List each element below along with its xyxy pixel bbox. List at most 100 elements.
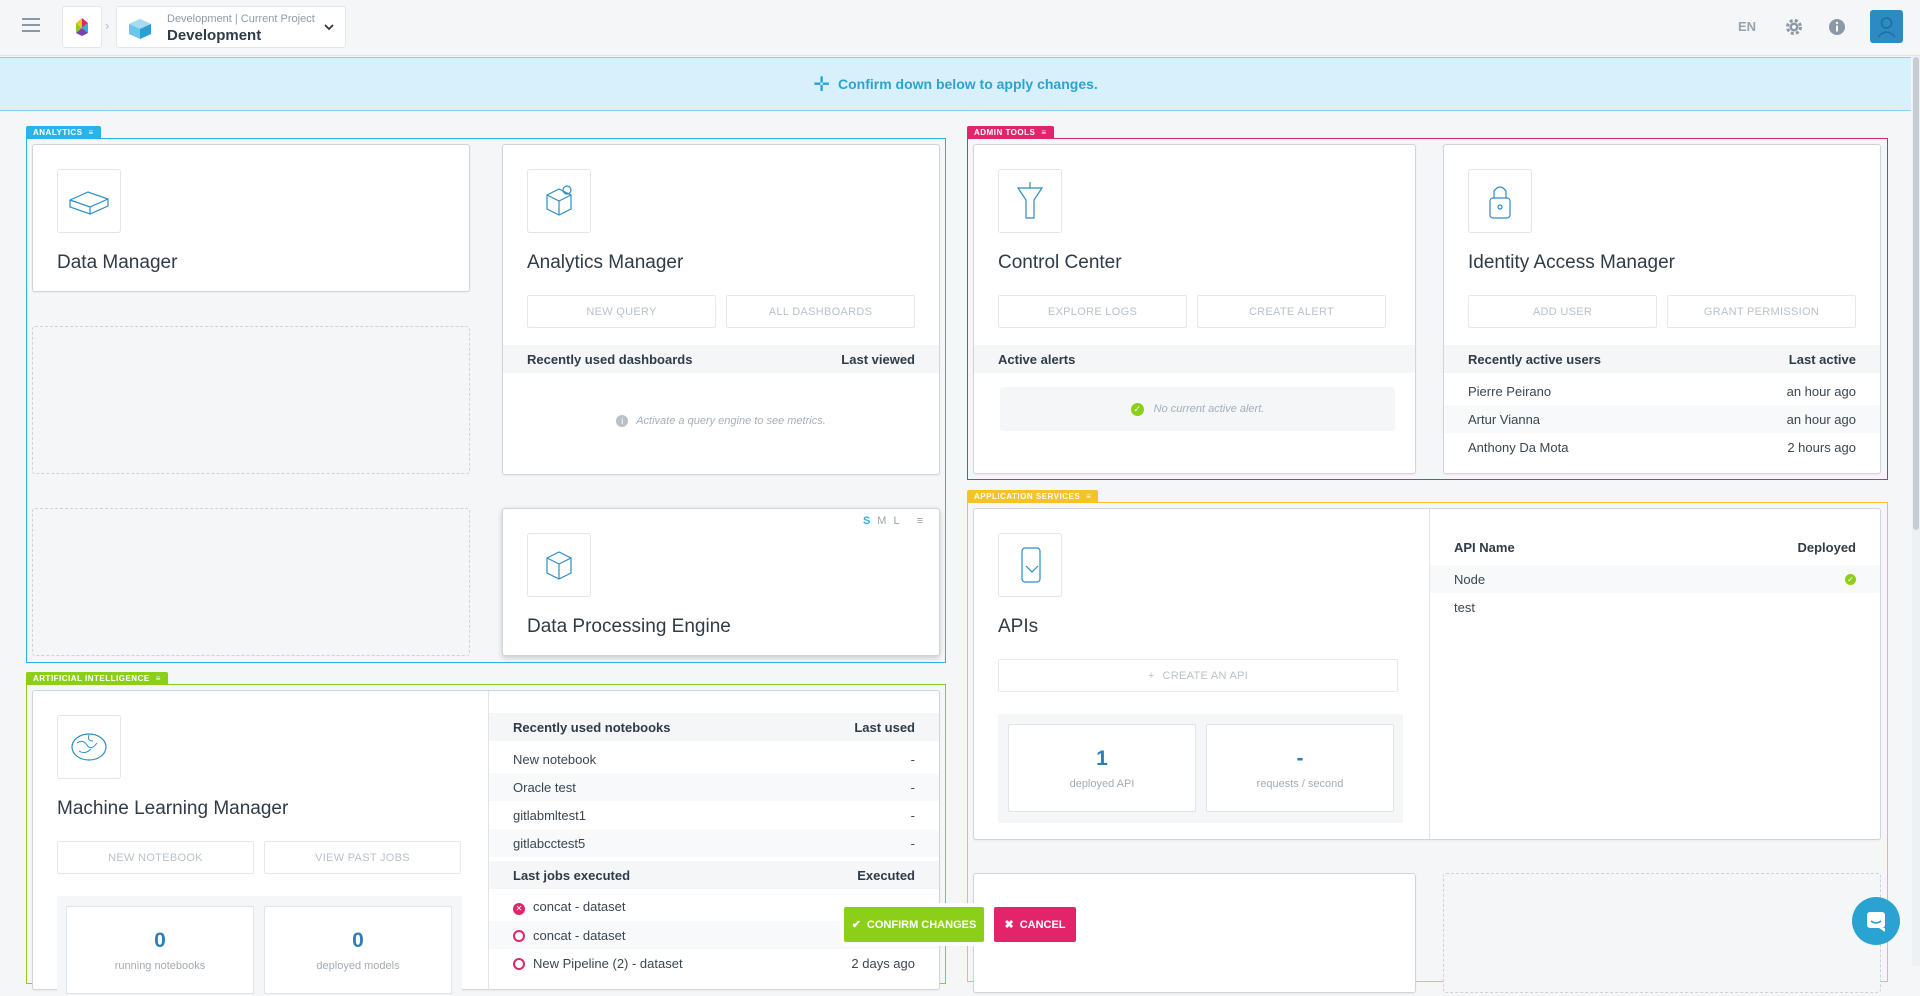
empty-slot	[32, 508, 470, 656]
column-header: Deployed	[1797, 539, 1856, 555]
all-dashboards-button[interactable]: ALL DASHBOARDS	[726, 295, 915, 328]
api-name: Node	[1454, 571, 1486, 587]
user-row[interactable]: Anthony Da Mota 2 hours ago	[1444, 433, 1880, 461]
group-artificial-intelligence: ARTIFICIAL INTELLIGENCE ≡ Machine Learni…	[26, 672, 946, 996]
card-identity-access-manager[interactable]: Identity Access Manager ADD USER GRANT P…	[1443, 144, 1881, 474]
last-active: 2 hours ago	[1787, 439, 1856, 455]
notebook-name: Oracle test	[513, 779, 576, 795]
notebook-row[interactable]: Oracle test -	[489, 773, 939, 801]
gear-icon[interactable]	[1783, 16, 1805, 38]
size-l[interactable]: L	[893, 515, 899, 527]
list-header: API Name Deployed	[1430, 533, 1880, 561]
notebook-row[interactable]: New notebook -	[489, 745, 939, 773]
job-name: concat - dataset	[533, 899, 626, 914]
plus-icon: +	[1147, 669, 1155, 682]
add-user-button[interactable]: ADD USER	[1468, 295, 1657, 328]
project-name: Development	[167, 27, 262, 44]
card-control-center[interactable]: Control Center EXPLORE LOGS CREATE ALERT…	[973, 144, 1416, 474]
user-name: Pierre Peirano	[1468, 383, 1552, 399]
new-notebook-button[interactable]: NEW NOTEBOOK	[57, 841, 254, 874]
notebook-list: Recently used notebooks Last used New no…	[489, 691, 939, 991]
cancel-button[interactable]: ✖ CANCEL	[994, 907, 1076, 942]
card-title: Identity Access Manager	[1468, 252, 1675, 273]
running-icon	[513, 958, 525, 971]
size-s[interactable]: S	[863, 515, 870, 527]
user-avatar-button[interactable]	[1870, 10, 1903, 43]
check-circle-icon: ✓	[1845, 573, 1856, 585]
card-machine-learning-manager[interactable]: Machine Learning Manager NEW NOTEBOOK VI…	[32, 690, 940, 996]
card-title: Data Manager	[57, 252, 178, 273]
group-tag-application-services[interactable]: APPLICATION SERVICES ≡	[967, 490, 1099, 503]
user-row[interactable]: Artur Vianna an hour ago	[1444, 405, 1880, 433]
notebook-name: gitlabcctest5	[513, 835, 586, 851]
card-data-processing-engine[interactable]: S M L ≡ Data Processing Engine	[502, 508, 940, 656]
confirm-changes-button[interactable]: ✔ CONFIRM CHANGES	[844, 907, 984, 942]
language-selector[interactable]: EN	[1738, 19, 1756, 34]
new-query-button[interactable]: NEW QUERY	[527, 295, 716, 328]
card-apis[interactable]: APIs + CREATE AN API 1 deployed API - req…	[973, 508, 1881, 840]
last-used: -	[910, 807, 915, 823]
list-header: Last jobs executed Executed	[489, 861, 939, 889]
user-name: Anthony Da Mota	[1468, 439, 1569, 455]
job-executed: 2 days ago	[851, 955, 915, 971]
stat-value: 0	[352, 929, 364, 952]
list-header: Recently active users Last active	[1444, 345, 1880, 373]
create-alert-button[interactable]: CREATE ALERT	[1197, 295, 1386, 328]
notebook-row[interactable]: gitlabcctest5 -	[489, 829, 939, 857]
list-header: Active alerts	[974, 345, 1415, 373]
stat-value: -	[1296, 747, 1304, 770]
card-data-manager[interactable]: Data Manager	[32, 144, 470, 292]
info-icon[interactable]	[1827, 17, 1847, 37]
column-header: Recently used notebooks	[513, 719, 671, 735]
notebook-name: New notebook	[513, 751, 597, 767]
chat-button[interactable]	[1852, 897, 1900, 945]
drag-handle-icon[interactable]: ≡	[1041, 126, 1046, 139]
error-icon: ✕	[513, 903, 525, 915]
card-title: Machine Learning Manager	[57, 798, 289, 819]
scrollbar-thumb[interactable]	[1913, 57, 1919, 530]
job-name: concat - dataset	[533, 927, 626, 943]
size-m[interactable]: M	[877, 515, 886, 527]
drag-handle-icon[interactable]: ≡	[156, 672, 161, 685]
card-analytics-manager[interactable]: Analytics Manager NEW QUERY ALL DASHBOAR…	[502, 144, 940, 475]
analytics-manager-icon	[527, 169, 591, 233]
column-header: Active alerts	[998, 351, 1076, 367]
explore-logs-button[interactable]: EXPLORE LOGS	[998, 295, 1187, 328]
stat-value: 0	[154, 929, 166, 952]
empty-slot	[32, 326, 470, 474]
group-tag-admin-tools[interactable]: ADMIN TOOLS ≡	[967, 126, 1054, 139]
empty-message: i Activate a query engine to see metrics.	[503, 415, 939, 427]
group-tag-artificial-intelligence[interactable]: ARTIFICIAL INTELLIGENCE ≡	[26, 672, 168, 685]
view-past-jobs-button[interactable]: VIEW PAST JOBS	[264, 841, 461, 874]
job-row[interactable]: New Pipeline (2) - dataset 2 days ago	[489, 949, 939, 977]
column-header: Last used	[854, 719, 915, 735]
drag-handle-icon[interactable]: ≡	[917, 515, 923, 527]
card-title: Analytics Manager	[527, 252, 684, 273]
data-manager-icon	[57, 169, 121, 233]
drag-handle-icon[interactable]: ≡	[1086, 490, 1091, 503]
project-icon	[129, 19, 151, 39]
stat-running-notebooks: 0 running notebooks	[66, 906, 254, 994]
project-selector[interactable]: Development | Current Project Developmen…	[116, 6, 346, 48]
grant-permission-button[interactable]: GRANT PERMISSION	[1667, 295, 1856, 328]
notebook-name: gitlabmltest1	[513, 807, 586, 823]
stat-label: deployed API	[1069, 778, 1135, 790]
group-label: ARTIFICIAL INTELLIGENCE	[33, 674, 150, 683]
check-circle-icon: ✓	[1130, 402, 1144, 416]
column-header: Recently active users	[1468, 351, 1601, 367]
stat-requests: - requests / second	[1206, 724, 1394, 812]
group-tag-analytics[interactable]: ANALYTICS ≡	[26, 126, 101, 139]
card-title: APIs	[998, 616, 1039, 637]
notebook-row[interactable]: gitlabmltest1 -	[489, 801, 939, 829]
user-row[interactable]: Pierre Peirano an hour ago	[1444, 377, 1880, 405]
api-row[interactable]: test	[1430, 593, 1880, 621]
column-header: Recently used dashboards	[527, 351, 693, 367]
drag-handle-icon[interactable]: ≡	[89, 126, 94, 139]
home-logo-button[interactable]	[62, 6, 102, 48]
last-used: -	[910, 835, 915, 851]
api-row[interactable]: Node ✓	[1430, 565, 1880, 593]
app-logo-icon	[76, 18, 88, 36]
create-api-button[interactable]: + CREATE AN API	[998, 659, 1398, 692]
stat-label: running notebooks	[114, 960, 206, 972]
menu-icon[interactable]	[22, 18, 40, 32]
